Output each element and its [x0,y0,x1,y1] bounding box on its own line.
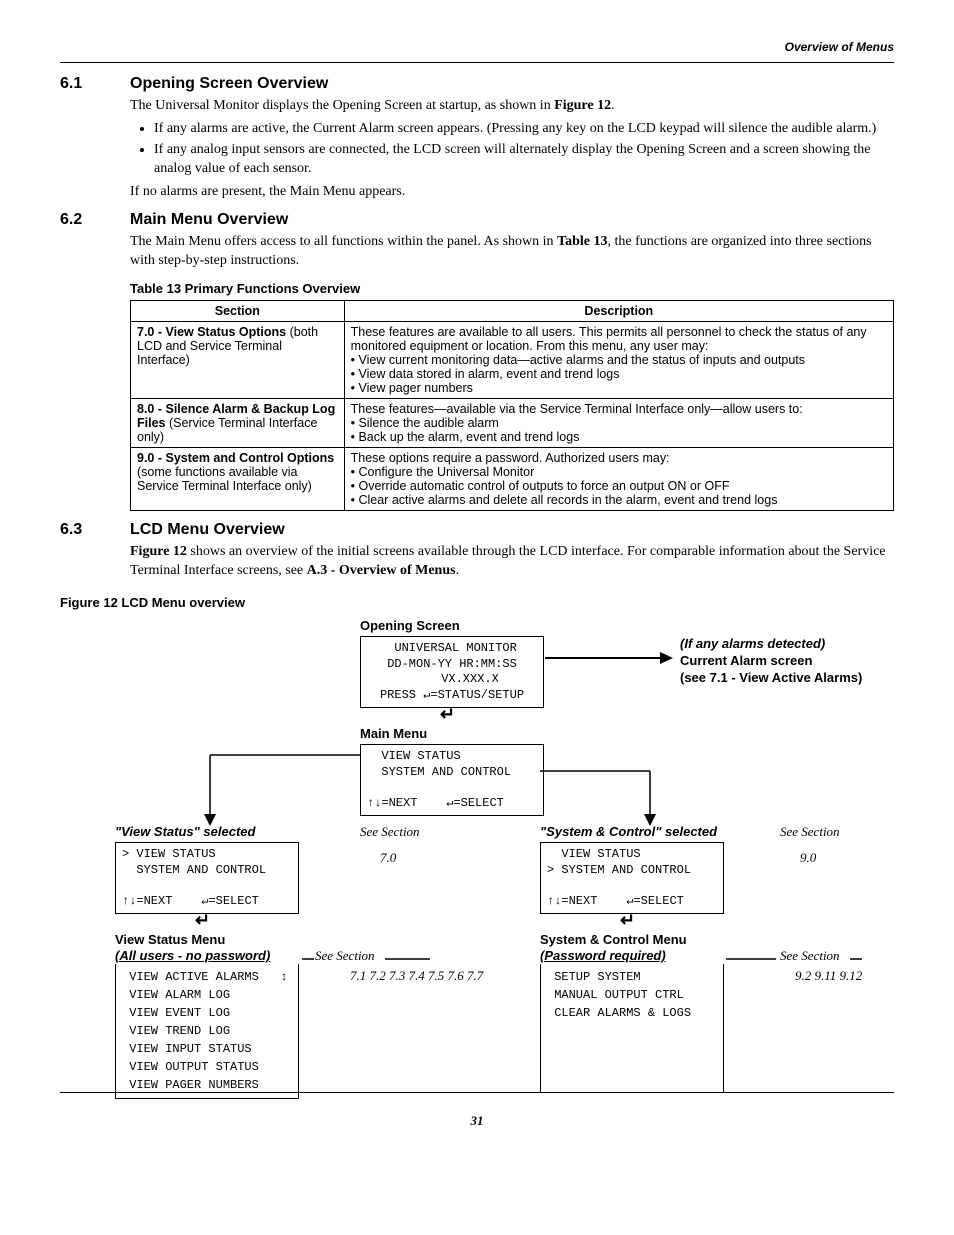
primary-functions-table: Section Description 7.0 - View Status Op… [130,300,894,511]
opening-screen-lcd: UNIVERSAL MONITOR DD-MON-YY HR:MM:SS VX.… [360,636,544,708]
see-section-label: See Section [780,948,840,964]
page-number: 31 [60,1113,894,1129]
text: The Universal Monitor displays the Openi… [130,98,554,113]
view-status-items: VIEW ACTIVE ALARMS ↕ VIEW ALARM LOG VIEW… [115,964,299,1099]
th-description: Description [344,301,893,322]
section-number: 6.3 [60,521,130,539]
text: . [456,563,460,578]
system-control-menu-sub: (Password required) [540,948,666,963]
section-6-2-heading: 6.2 Main Menu Overview [60,211,894,229]
rule [726,958,786,960]
figure-caption: Figure 12 LCD Menu overview [60,595,894,610]
system-control-items: SETUP SYSTEM MANUAL OUTPUT CTRL CLEAR AL… [540,964,724,1093]
table-row: 7.0 - View Status Options (both LCD and … [131,322,894,399]
enter-icon: ↵ [195,910,210,931]
section-6-2-body: The Main Menu offers access to all funct… [130,233,894,271]
appendix-ref: A.3 - Overview of Menus [307,563,456,578]
alarm-note: (If any alarms detected) Current Alarm s… [680,636,862,687]
list-item: If any alarms are active, the Current Al… [154,120,894,139]
branch-connector [190,752,660,832]
section-title: Opening Screen Overview [130,75,328,93]
vs-section-ref: 7.0 [380,848,396,868]
opening-screen-label: Opening Screen [360,618,460,633]
see-section-label: See Section [360,824,420,840]
section-title: Main Menu Overview [130,211,288,229]
system-control-selected-label: "System & Control" selected [540,824,717,839]
section-6-1-body: The Universal Monitor displays the Openi… [130,97,894,201]
main-menu-label: Main Menu [360,726,427,741]
see-section-label: See Section [780,824,840,840]
system-control-menu-label: System & Control Menu [540,932,687,947]
header-rule [60,62,894,63]
section-6-1-heading: 6.1 Opening Screen Overview [60,75,894,93]
rule [850,958,870,960]
view-status-menu-sub: (All users - no password) [115,948,270,963]
section-number: 6.2 [60,211,130,229]
system-control-lcd: VIEW STATUS > SYSTEM AND CONTROL ↑↓=NEXT… [540,842,724,914]
text: shows an overview of the initial screens… [130,544,886,578]
section-6-3-body: Figure 12 shows an overview of the initi… [130,543,894,581]
enter-icon: ↵ [620,910,635,931]
table-row: 8.0 - Silence Alarm & Backup Log Files (… [131,399,894,448]
arrow-right-icon [545,648,675,668]
see-section-label: See Section [315,948,375,964]
sc-section-ref: 9.0 [800,848,816,868]
text: The Main Menu offers access to all funct… [130,234,557,249]
table-row: 9.0 - System and Control Options (some f… [131,448,894,511]
text: If no alarms are present, the Main Menu … [130,183,894,202]
figure-ref: Figure 12 [130,544,187,559]
text: . [611,98,615,113]
page-header: Overview of Menus [60,40,894,54]
list-item: If any analog input sensors are connecte… [154,141,894,179]
system-control-section-refs: 9.2 9.11 9.12 [795,966,862,986]
view-status-section-refs: 7.1 7.2 7.3 7.4 7.5 7.6 7.7 [350,966,483,986]
rule [385,958,465,960]
view-status-selected-label: "View Status" selected [115,824,255,839]
view-status-lcd: > VIEW STATUS SYSTEM AND CONTROL ↑↓=NEXT… [115,842,299,914]
table-ref: Table 13 [557,234,607,249]
th-section: Section [131,301,345,322]
section-6-3-heading: 6.3 LCD Menu Overview [60,521,894,539]
section-number: 6.1 [60,75,130,93]
enter-icon: ↵ [440,704,455,725]
view-status-menu-label: View Status Menu [115,932,225,947]
section-title: LCD Menu Overview [130,521,285,539]
rule [302,958,322,960]
figure-ref: Figure 12 [554,98,611,113]
table-caption: Table 13 Primary Functions Overview [130,281,894,296]
lcd-menu-diagram: Opening Screen UNIVERSAL MONITOR DD-MON-… [60,618,894,1088]
